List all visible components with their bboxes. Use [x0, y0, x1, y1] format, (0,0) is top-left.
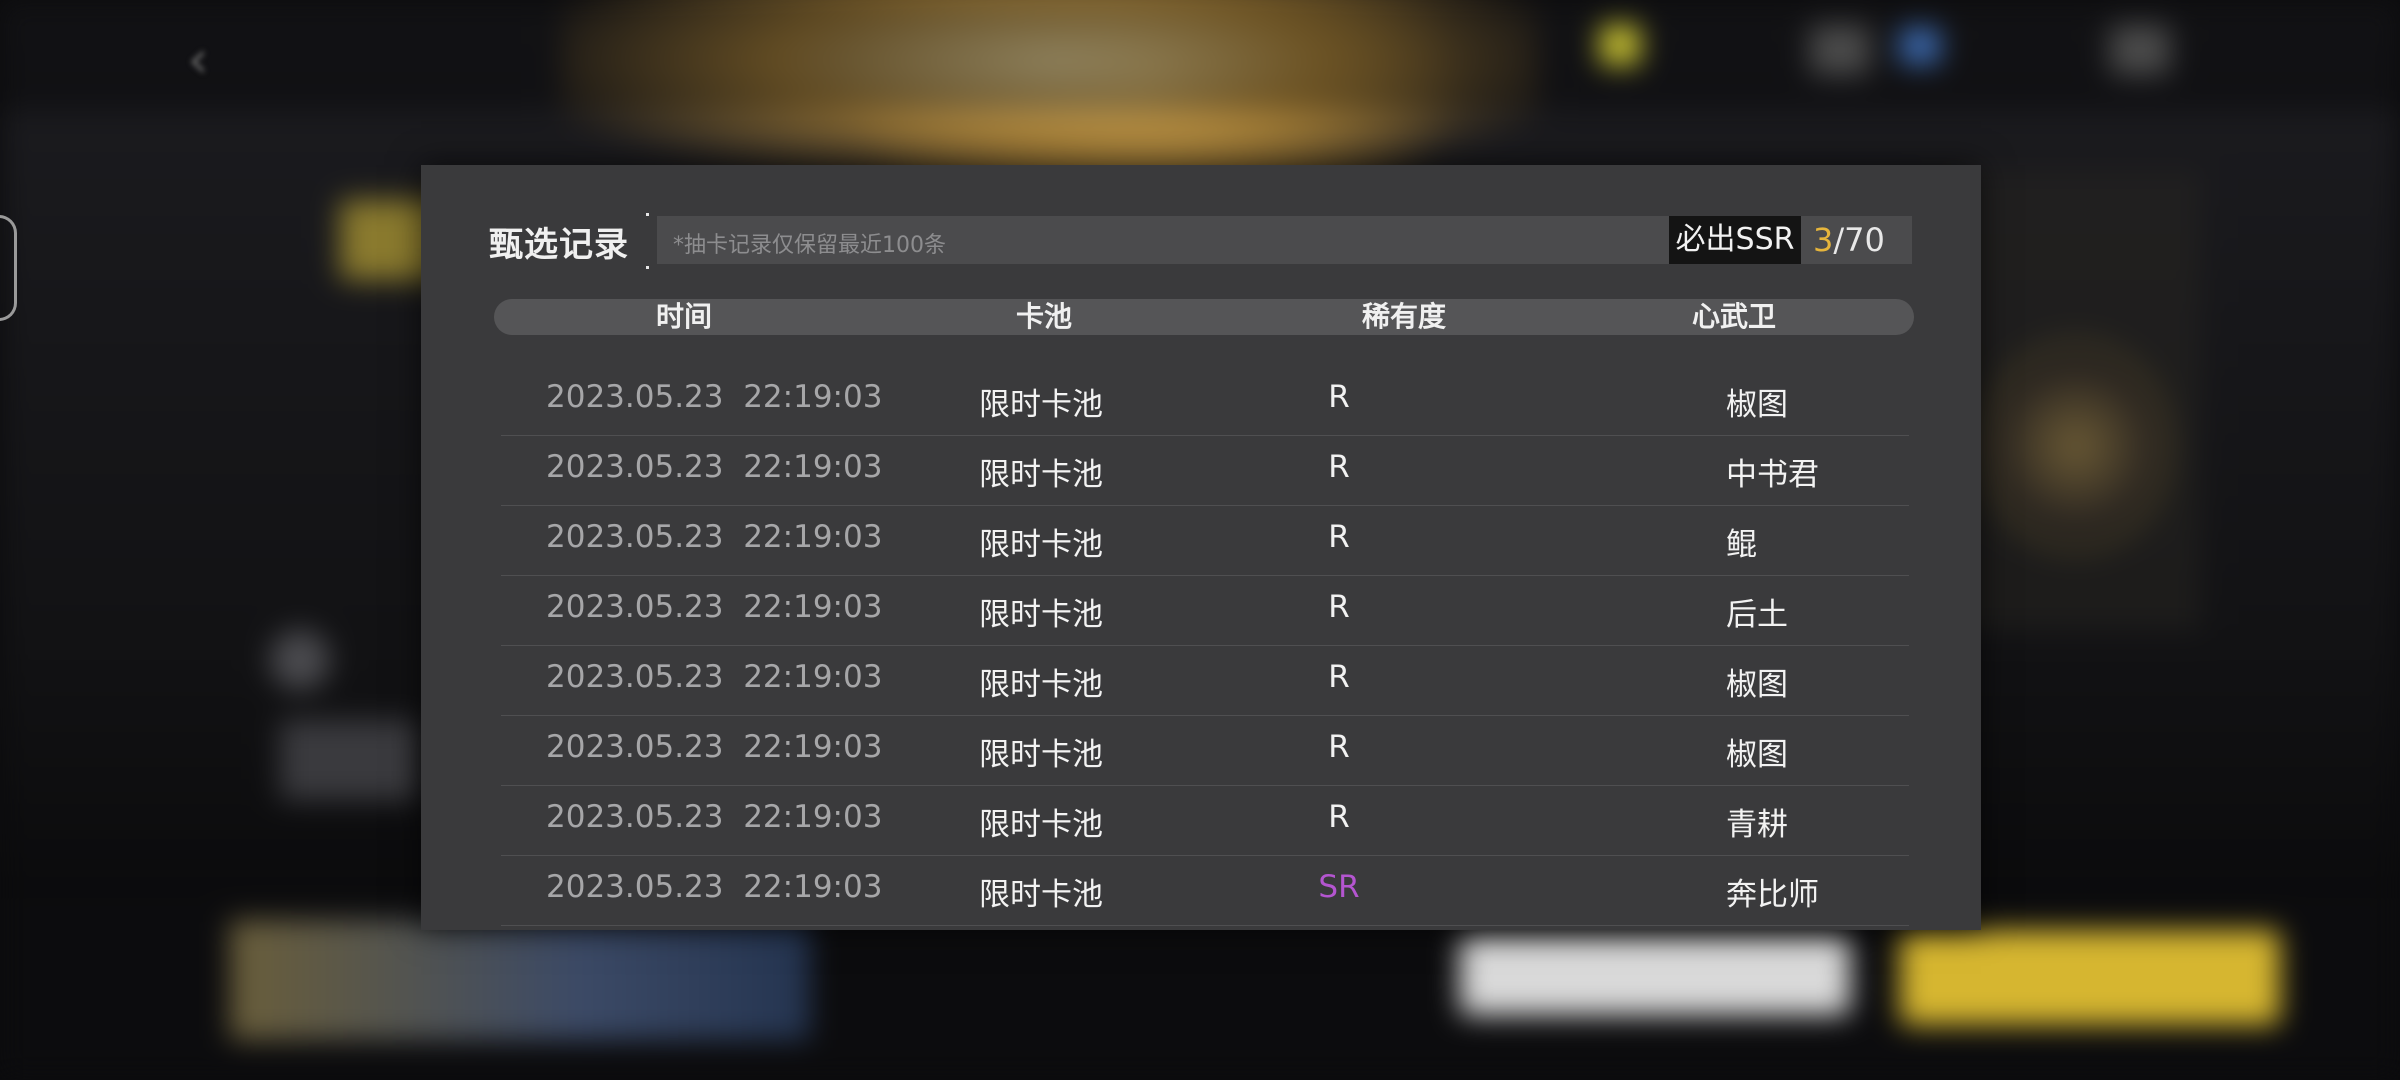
column-header-weapon: 心武卫	[1691, 300, 1776, 333]
table-header: 时间 卡池 稀有度 心武卫	[494, 299, 1914, 335]
back-arrow-icon[interactable]: ‹	[168, 30, 228, 90]
table-row: 2023.05.23 22:19:03 限时卡池 R 椒图	[501, 365, 1909, 436]
row-rarity: SR	[1318, 869, 1360, 905]
column-header-rarity: 稀有度	[1361, 300, 1446, 333]
hexagon-icon[interactable]	[0, 215, 17, 321]
column-header-time: 时间	[655, 300, 712, 333]
table-row: 2023.05.23 22:19:03 限时卡池 SR 奔比师	[501, 855, 1909, 926]
row-time: 2023.05.23 22:19:03	[546, 659, 883, 695]
row-pool: 限时卡池	[979, 737, 1103, 773]
row-time: 2023.05.23 22:19:03	[546, 379, 883, 415]
row-time: 2023.05.23 22:19:03	[546, 449, 883, 485]
row-rarity: R	[1328, 449, 1350, 485]
pity-label: 必出SSR	[1669, 216, 1801, 264]
row-rarity: R	[1328, 659, 1350, 695]
row-pool: 限时卡池	[979, 457, 1103, 493]
row-time: 2023.05.23 22:19:03	[546, 729, 883, 765]
gacha-history-modal: 甄选记录 *抽卡记录仅保留最近100条 必出SSR 3/70 时间 卡池 稀有度…	[421, 165, 1981, 930]
row-weapon: 椒图	[1726, 667, 1788, 703]
row-pool: 限时卡池	[979, 667, 1103, 703]
table-row: 2023.05.23 22:19:03 限时卡池 R 椒图	[501, 715, 1909, 786]
row-time: 2023.05.23 22:19:03	[546, 799, 883, 835]
row-weapon: 椒图	[1726, 737, 1788, 773]
table-row: 2023.05.23 22:19:03 限时卡池 R 中书君	[501, 435, 1909, 506]
row-weapon: 后土	[1726, 597, 1788, 633]
row-weapon: 青耕	[1726, 807, 1788, 843]
row-weapon: 鲲	[1726, 527, 1757, 563]
pity-total: /70	[1833, 221, 1885, 259]
column-header-pool: 卡池	[1015, 300, 1072, 333]
row-pool: 限时卡池	[979, 807, 1103, 843]
row-weapon: 奔比师	[1726, 877, 1819, 913]
row-weapon: 中书君	[1726, 457, 1819, 493]
pity-current: 3	[1813, 221, 1834, 259]
title-divider	[646, 213, 649, 269]
row-rarity: R	[1328, 729, 1350, 765]
pity-counter: 3/70	[1813, 216, 1885, 264]
table-row: 2023.05.23 22:19:03 限时卡池 R 椒图	[501, 645, 1909, 716]
row-rarity: R	[1328, 799, 1350, 835]
game-screen: ‹ 甄选记录 *抽卡记录仅保留最近100条 必出SSR 3/70 时间 卡池 稀…	[0, 0, 2400, 1080]
modal-title: 甄选记录	[489, 225, 629, 265]
row-time: 2023.05.23 22:19:03	[546, 519, 883, 555]
row-pool: 限时卡池	[979, 597, 1103, 633]
table-row: 2023.05.23 22:19:03 限时卡池 R 青耕	[501, 785, 1909, 856]
row-weapon: 椒图	[1726, 387, 1788, 423]
row-time: 2023.05.23 22:19:03	[546, 589, 883, 625]
history-list[interactable]: 2023.05.23 22:19:03 限时卡池 R 椒图 2023.05.23…	[421, 365, 1981, 930]
row-rarity: R	[1328, 519, 1350, 555]
row-time: 2023.05.23 22:19:03	[546, 869, 883, 905]
row-pool: 限时卡池	[979, 387, 1103, 423]
table-row: 2023.05.23 22:19:03 限时卡池 R 鲲	[501, 505, 1909, 576]
row-pool: 限时卡池	[979, 877, 1103, 913]
notice-text: *抽卡记录仅保留最近100条	[673, 233, 946, 258]
table-row: 2023.05.23 22:19:03 限时卡池 R 后土	[501, 575, 1909, 646]
row-pool: 限时卡池	[979, 527, 1103, 563]
row-rarity: R	[1328, 589, 1350, 625]
row-rarity: R	[1328, 379, 1350, 415]
